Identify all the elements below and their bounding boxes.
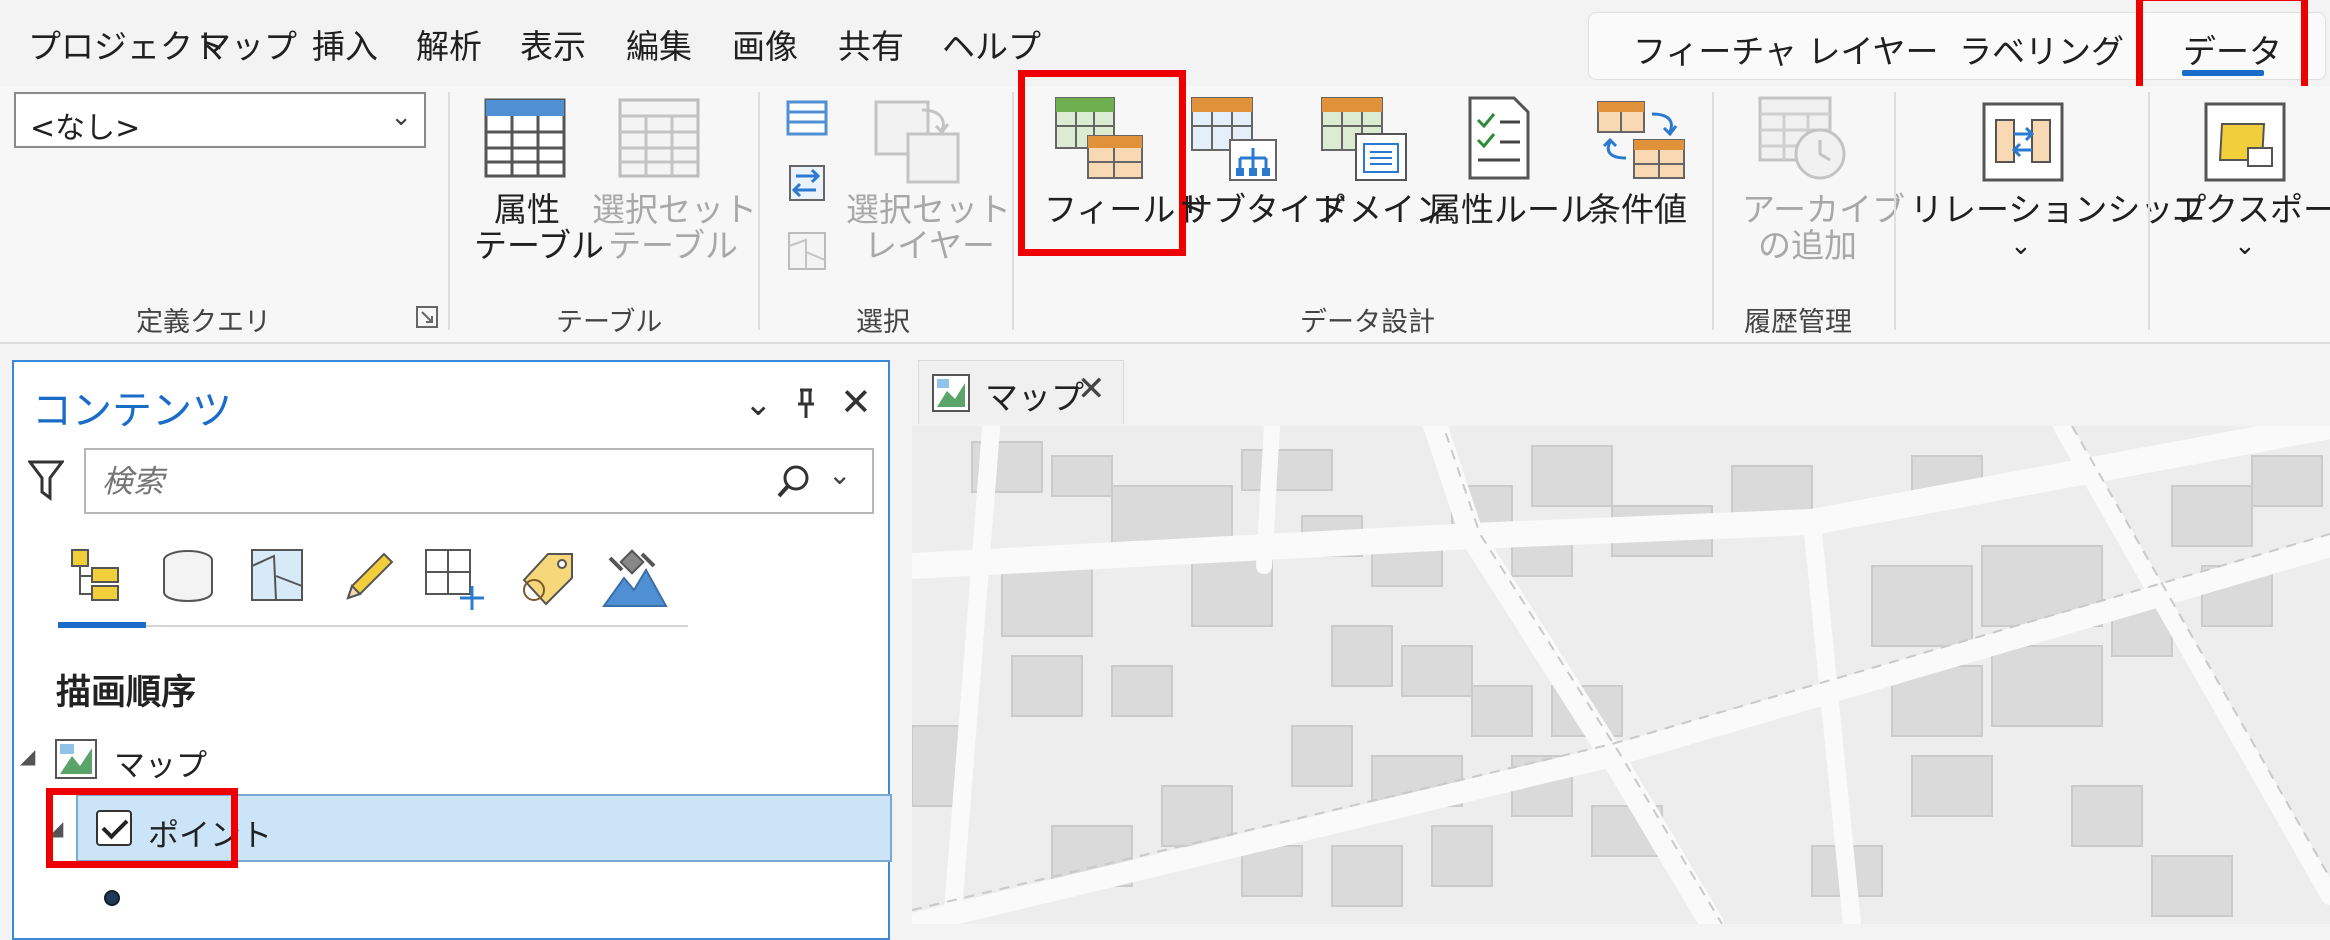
tab-help[interactable]: ヘルプ [942, 20, 1041, 68]
selection-layer-icon [874, 100, 960, 184]
attribute-table-icon [484, 98, 566, 178]
tab-view[interactable]: 表示 [520, 20, 586, 68]
tab-project[interactable]: プロジェクト [28, 20, 226, 68]
chevron-down-icon: ⌄ [2010, 231, 2032, 261]
map-icon [55, 739, 97, 779]
tab-map[interactable]: マップ [198, 20, 297, 68]
close-icon[interactable]: ✕ [840, 380, 872, 424]
selection-set-layer-label-1: 選択セット [846, 190, 1011, 229]
filter-icon[interactable] [28, 458, 64, 502]
group-separator [1894, 92, 1896, 330]
definition-query-select[interactable]: <なし> ⌄ [14, 92, 426, 148]
definition-query-value: <なし> [30, 111, 141, 146]
attribute-rules-icon [1468, 96, 1530, 180]
tab-edit[interactable]: 編集 [626, 20, 692, 68]
map-canvas[interactable] [899, 404, 2330, 936]
highlight-box-data-tab [2136, 0, 2308, 100]
selection-set-table-label-2: テーブル [608, 226, 739, 265]
pencil-icon[interactable] [338, 546, 398, 606]
group-separator [2148, 92, 2150, 330]
list-icon[interactable] [786, 100, 828, 136]
map-view-tab[interactable]: マップ ✕ [918, 360, 1124, 424]
tab-feature-layer[interactable]: フィーチャ レイヤー [1633, 25, 1939, 73]
archive-icon [1758, 96, 1846, 180]
selection-view-icon[interactable] [248, 546, 308, 606]
map-icon [932, 374, 970, 412]
contingent-values-icon [1597, 101, 1685, 179]
chevron-down-icon: ⌄ [2234, 231, 2256, 261]
view-tab-track [58, 625, 688, 627]
data-source-icon[interactable] [158, 546, 218, 606]
selection-set-table-label-1: 選択セット [592, 190, 757, 229]
group-label-selection: 選択 [856, 307, 910, 338]
export-icon [2204, 102, 2286, 182]
selection-set-layer-label-2: レイヤー [864, 226, 996, 265]
chevron-down-icon[interactable]: ⌄ [828, 458, 851, 491]
add-archive-label-1: アーカイブ [1742, 190, 1906, 229]
search-box[interactable]: ⌄ [84, 448, 874, 514]
switch-selection-icon[interactable] [786, 162, 828, 204]
pane-title: コンテンツ [32, 388, 232, 434]
label-tag-icon[interactable] [514, 546, 580, 612]
layer-map-icon[interactable] [786, 230, 828, 272]
expand-triangle-icon[interactable]: ◢ [20, 744, 35, 768]
map-tab-label: マップ [985, 378, 1084, 417]
relationships-label: リレーションシップ [1910, 190, 2207, 229]
group-label-definition-query: 定義クエリ [136, 307, 271, 338]
map-name[interactable]: マップ [114, 740, 207, 785]
group-label-archive: 履歴管理 [1744, 307, 1852, 338]
highlight-box-layer [46, 788, 238, 868]
section-heading: 描画順序 [56, 673, 197, 713]
tab-analysis[interactable]: 解析 [416, 20, 482, 68]
drawing-order-icon[interactable] [66, 546, 126, 606]
search-input[interactable] [100, 460, 744, 504]
group-label-data-design: データ設計 [1300, 307, 1435, 338]
relationship-icon [1982, 102, 2064, 182]
group-separator [1712, 92, 1714, 330]
attribute-table-label-1: 属性 [494, 190, 560, 229]
basemap-drawing [899, 404, 2330, 936]
domains-icon [1321, 97, 1407, 181]
contents-pane: コンテンツ ⌄ ✕ ⌄ [12, 360, 892, 940]
attribute-table-label-2: テーブル [474, 226, 605, 265]
search-icon[interactable] [776, 464, 812, 500]
group-label-table: テーブル [556, 307, 663, 338]
attribute-rules-label: 属性ルール [1428, 190, 1593, 229]
tab-share[interactable]: 共有 [838, 20, 904, 68]
active-view-indicator [58, 622, 146, 628]
group-separator [1012, 92, 1014, 330]
selection-table-icon [618, 98, 700, 178]
point-symbol-icon [104, 890, 120, 906]
add-archive-label-2: の追加 [1758, 226, 1857, 265]
export-label: エクスポート [2172, 190, 2330, 229]
satellite-icon[interactable] [600, 544, 670, 614]
snapping-add-icon[interactable] [422, 546, 488, 612]
contingent-values-label: 条件値 [1588, 190, 1687, 229]
highlight-box-fields-button [1018, 70, 1186, 256]
tab-imagery[interactable]: 画像 [732, 20, 798, 68]
group-separator [758, 92, 760, 330]
close-icon[interactable]: ✕ [1077, 369, 1106, 409]
group-separator [448, 92, 450, 330]
tab-insert[interactable]: 挿入 [312, 20, 378, 68]
chevron-down-icon: ⌄ [390, 102, 412, 132]
dialog-launcher-icon[interactable] [416, 306, 438, 328]
pin-icon[interactable] [794, 388, 818, 420]
chevron-down-icon[interactable]: ⌄ [744, 384, 773, 424]
subtypes-icon [1191, 97, 1277, 181]
tab-labeling[interactable]: ラベリング [1959, 25, 2124, 73]
